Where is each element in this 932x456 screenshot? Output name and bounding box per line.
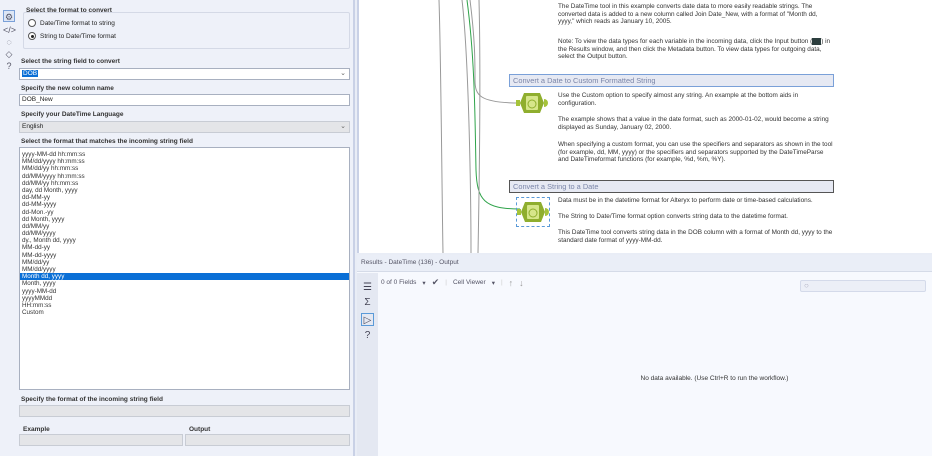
- configuration-panel: ⚙ </> ◌ ◇ ? Select the format to convert…: [0, 0, 355, 456]
- string-field-dropdown[interactable]: DOB ⌄: [19, 68, 350, 80]
- new-column-label: Specify the new column name: [21, 85, 114, 92]
- section1-paragraph-1: Use the Custom option to specify almost …: [558, 92, 799, 107]
- note-text-start: Note: To view the data types for each va…: [558, 38, 813, 46]
- arrow-down-icon[interactable]: ↓: [519, 278, 524, 288]
- format-list-item[interactable]: dd/MM/yy hh:mm:ss: [20, 180, 349, 187]
- metadata-icon[interactable]: Σ: [361, 296, 374, 309]
- divider: |: [500, 279, 503, 286]
- format-list-item[interactable]: MM/dd/yy hh:mm:ss: [20, 165, 349, 172]
- format-list-item[interactable]: MM/dd/yy: [20, 259, 349, 266]
- format-list-item[interactable]: dd-MM-yy: [20, 194, 349, 201]
- connection-line-active: [466, 0, 521, 210]
- incoming-format-label: Specify the format of the incoming strin…: [21, 396, 163, 403]
- section1-paragraph-3: When specifying a custom format, you can…: [558, 141, 833, 164]
- gear-icon[interactable]: ⚙: [3, 10, 15, 22]
- language-label: Specify your DateTime Language: [21, 111, 124, 118]
- datetime-tool-node[interactable]: [516, 91, 548, 115]
- format-list-item[interactable]: dd-MM-yyyy: [20, 201, 349, 208]
- language-value: English: [22, 123, 44, 130]
- format-list-label: Select the format that matches the incom…: [21, 138, 193, 145]
- format-list-item[interactable]: yyyy-MM-dd hh:mm:ss: [20, 151, 349, 158]
- chevron-down-icon[interactable]: ⌄: [340, 69, 346, 79]
- format-list-item[interactable]: dd-Mon.-yy: [20, 209, 349, 216]
- section2-paragraph-3: This DateTime tool converts string data …: [558, 229, 833, 244]
- results-toolbar: 0 of 0 Fields ▾ ✔ | Cell Viewer ▾ | ↑ ↓: [381, 277, 524, 288]
- datetime-tool-icon: [516, 93, 548, 113]
- string-field-label: Select the string field to convert: [21, 58, 120, 65]
- section-header-custom-format[interactable]: Convert a Date to Custom Formatted Strin…: [509, 74, 834, 87]
- format-list-item[interactable]: dd/MM/yyyy hh:mm:ss: [20, 173, 349, 180]
- help-icon[interactable]: ?: [3, 60, 15, 72]
- config-icon-column: ⚙ </> ◌ ◇ ?: [0, 0, 18, 456]
- results-header: Results - DateTime (136) - Output: [357, 255, 932, 272]
- divider: |: [445, 279, 447, 286]
- output-label: Output: [189, 426, 211, 433]
- output-input[interactable]: [185, 434, 350, 446]
- format-list-item[interactable]: dd/MM/yy: [20, 223, 349, 230]
- format-list-item[interactable]: MM/dd/yyyy hh:mm:ss: [20, 158, 349, 165]
- data-rows-icon[interactable]: ☰: [361, 281, 374, 294]
- fields-selector[interactable]: 0 of 0 Fields: [381, 279, 416, 286]
- datetime-tool-icon: [517, 202, 549, 222]
- search-icon: ○: [804, 281, 809, 290]
- radio-label: Date/Time format to string: [40, 19, 115, 27]
- note-text: Note: To view the data types for each va…: [558, 38, 833, 61]
- format-list-item[interactable]: Month, yyyy: [20, 280, 349, 287]
- help-icon[interactable]: ?: [361, 329, 374, 342]
- annotation-icon[interactable]: ◌: [3, 36, 15, 48]
- chevron-down-icon[interactable]: ▾: [492, 279, 495, 287]
- string-field-value: DOB: [22, 70, 39, 77]
- radio-datetime-to-string[interactable]: Date/Time format to string: [28, 19, 115, 27]
- cell-viewer-dropdown[interactable]: Cell Viewer: [453, 279, 486, 286]
- radio-circle-selected[interactable]: [28, 32, 36, 40]
- example-label: Example: [23, 426, 50, 433]
- no-data-message: No data available. (Use Ctrl+R to run th…: [640, 375, 789, 382]
- language-dropdown[interactable]: English ⌄: [19, 121, 350, 133]
- input-button-icon: [812, 38, 822, 45]
- incoming-format-input[interactable]: [19, 405, 350, 417]
- example-input[interactable]: [19, 434, 183, 446]
- checkmark-icon[interactable]: ✔: [432, 277, 440, 288]
- results-panel: Results - DateTime (136) - Output ☰ Σ ▷ …: [357, 255, 932, 456]
- section-header-string-to-date[interactable]: Convert a String to a Date: [509, 180, 834, 193]
- arrow-up-icon[interactable]: ↑: [509, 278, 514, 288]
- code-icon[interactable]: </>: [3, 24, 16, 36]
- format-list-item[interactable]: MM-dd-yy: [20, 244, 349, 251]
- results-search-input[interactable]: ○: [800, 280, 926, 292]
- radio-string-to-datetime[interactable]: String to Date/Time format: [28, 32, 116, 40]
- connection-line: [461, 0, 472, 253]
- radio-circle[interactable]: [28, 19, 36, 27]
- format-listbox[interactable]: yyyy-MM-dd hh:mm:ss MM/dd/yyyy hh:mm:ss MM…: [19, 147, 350, 390]
- connection-line: [438, 0, 444, 253]
- connection-line: [477, 0, 481, 253]
- chevron-down-icon[interactable]: ▾: [422, 279, 425, 287]
- format-list-item[interactable]: MM-dd-yyyy: [20, 252, 349, 259]
- intro-text: The DateTime tool in this example conver…: [558, 3, 818, 26]
- format-list-item[interactable]: day, dd Month, yyyy: [20, 187, 349, 194]
- connection-line: [469, 0, 521, 104]
- results-icon-column: ☰ Σ ▷ ?: [357, 273, 378, 456]
- format-list-item[interactable]: dy., Month dd, yyyy: [20, 237, 349, 244]
- radio-label: String to Date/Time format: [40, 32, 116, 40]
- new-column-input[interactable]: DOB_New: [19, 94, 350, 106]
- format-list-item[interactable]: dd/MM/yyyy: [20, 230, 349, 237]
- format-list-item[interactable]: yyyy-MM-dd: [20, 288, 349, 295]
- format-list-item[interactable]: yyyyMMdd: [20, 295, 349, 302]
- section2-paragraph-1: Data must be in the datetime format for …: [558, 197, 813, 204]
- output-view-icon[interactable]: ▷: [361, 313, 374, 326]
- format-list-item[interactable]: Month dd, yyyy: [20, 273, 349, 281]
- datetime-tool-node-selected[interactable]: [516, 197, 550, 227]
- format-list-item[interactable]: Custom: [20, 309, 349, 316]
- section2-paragraph-2: The String to Date/Time format option co…: [558, 213, 788, 220]
- chevron-down-icon[interactable]: ⌄: [340, 122, 346, 132]
- format-list-item[interactable]: MM/dd/yyyy: [20, 266, 349, 273]
- tag-icon[interactable]: ◇: [3, 48, 15, 60]
- section1-paragraph-2: The example shows that a value in the da…: [558, 116, 829, 131]
- format-list-item[interactable]: HH:mm:ss: [20, 302, 349, 309]
- format-list-item[interactable]: dd Month, yyyy: [20, 216, 349, 223]
- workflow-canvas[interactable]: The DateTime tool in this example conver…: [357, 0, 932, 253]
- format-radio-group: Date/Time format to string String to Dat…: [23, 12, 350, 49]
